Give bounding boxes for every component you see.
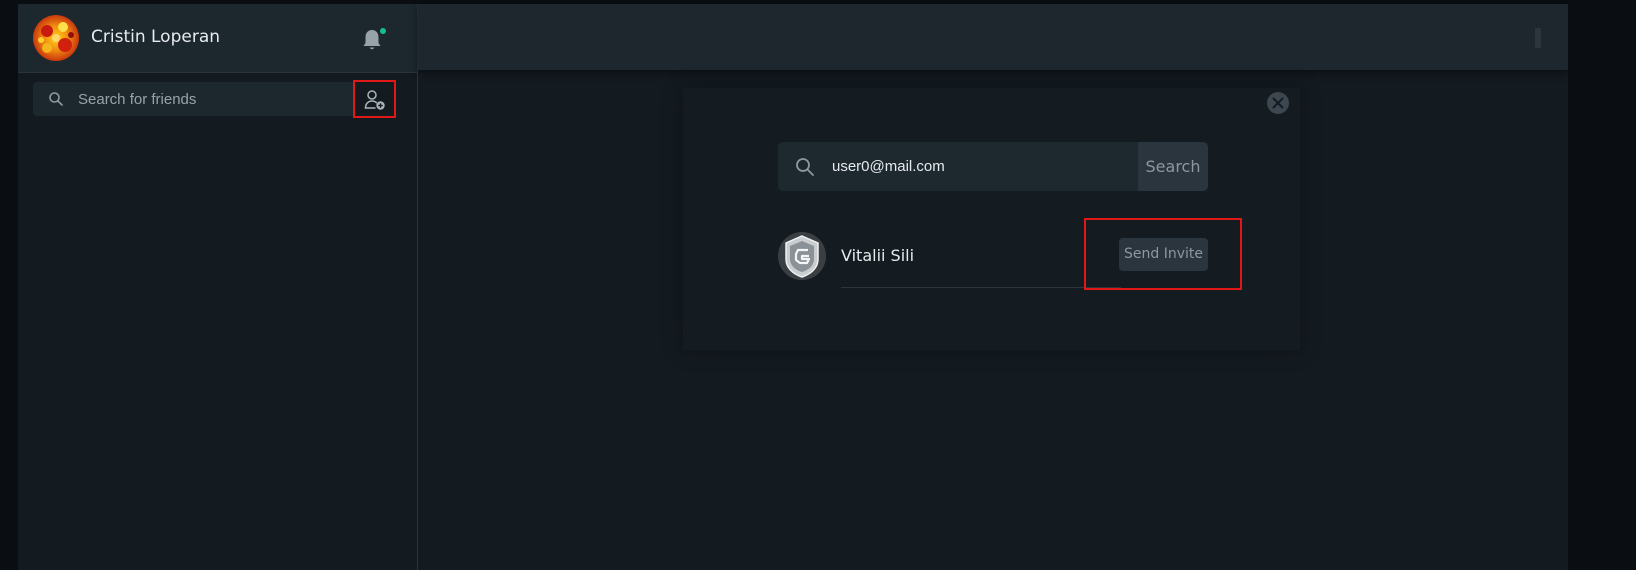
divider bbox=[841, 287, 1121, 288]
send-invite-button[interactable]: Send Invite bbox=[1119, 238, 1208, 271]
add-friend-button[interactable] bbox=[353, 80, 396, 118]
notification-dot bbox=[380, 28, 386, 34]
sidebar-header: Cristin Loperan bbox=[18, 4, 417, 73]
search-icon bbox=[796, 158, 814, 176]
add-user-icon bbox=[364, 90, 385, 110]
friend-search-input[interactable] bbox=[78, 82, 348, 116]
user-avatar[interactable] bbox=[33, 15, 79, 61]
close-icon bbox=[1272, 97, 1284, 109]
result-avatar bbox=[778, 232, 826, 280]
close-modal-button[interactable] bbox=[1267, 92, 1289, 114]
sidebar: Cristin Loperan bbox=[18, 4, 418, 570]
search-button[interactable]: Search bbox=[1138, 142, 1208, 191]
menu-handle-icon[interactable] bbox=[1535, 28, 1541, 48]
window-edge bbox=[1568, 4, 1618, 570]
chat-app: Cristin Loperan Search for friends user0… bbox=[18, 4, 1618, 570]
user-name: Cristin Loperan bbox=[91, 27, 221, 47]
result-name: Vitalii Sili bbox=[841, 246, 915, 265]
main-header bbox=[418, 4, 1568, 70]
main-panel: Search Vitalii Sili Send Invite bbox=[418, 4, 1618, 570]
search-icon bbox=[49, 92, 63, 106]
friend-search bbox=[33, 82, 355, 116]
email-search-bar: Search bbox=[778, 142, 1208, 191]
email-search-input[interactable] bbox=[832, 142, 1132, 191]
